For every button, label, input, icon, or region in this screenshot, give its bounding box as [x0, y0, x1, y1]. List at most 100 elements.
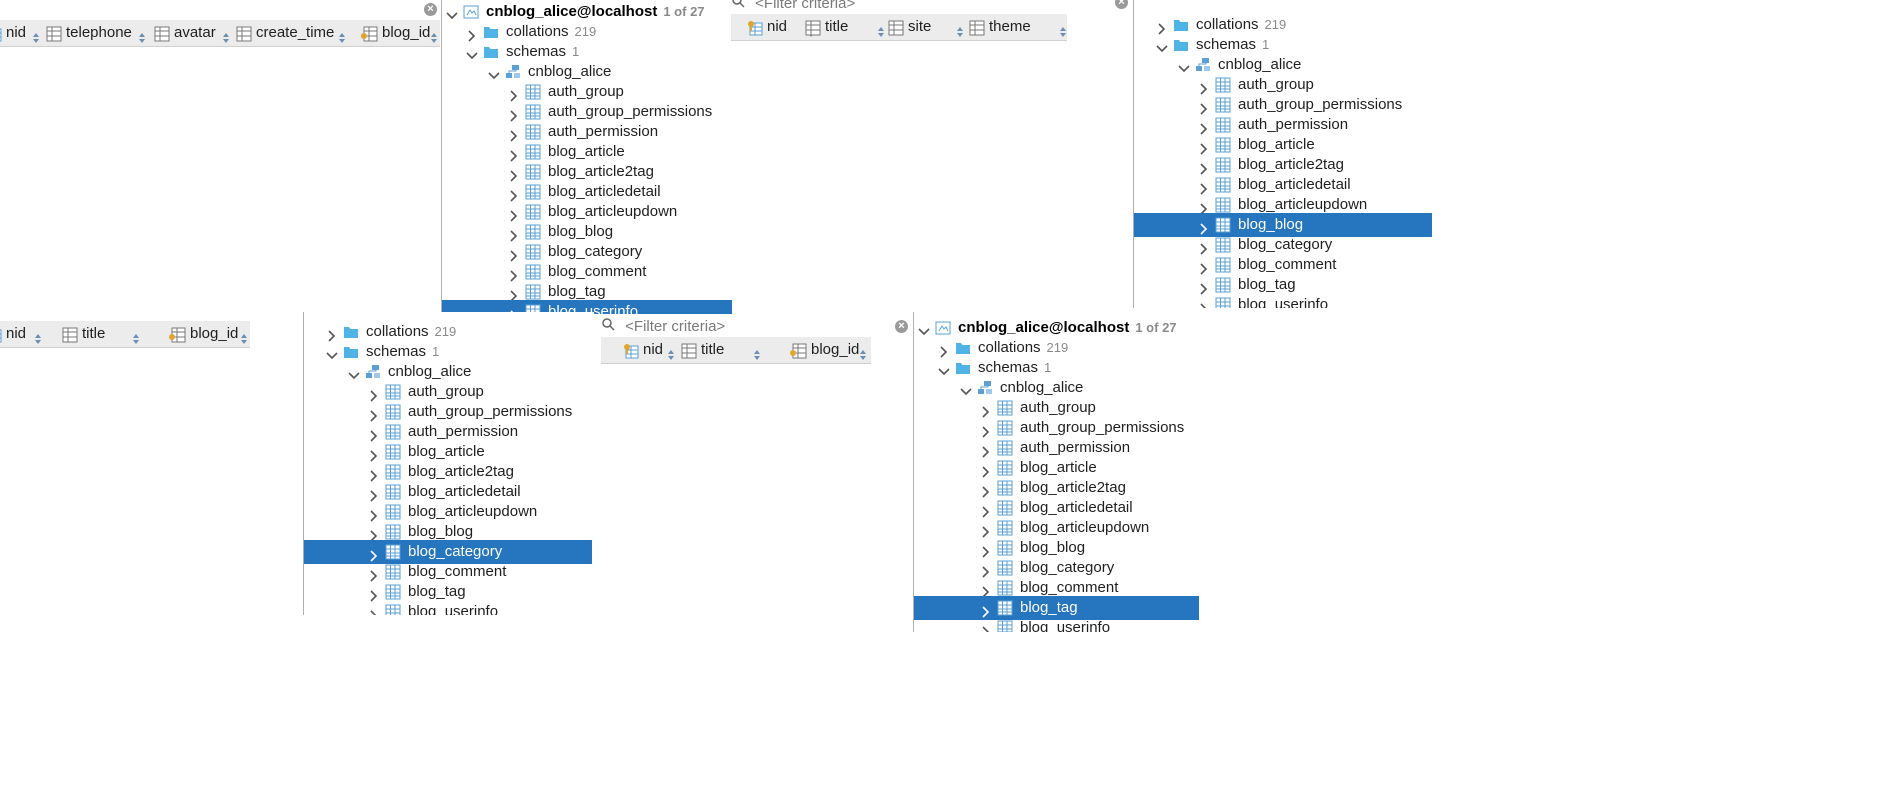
chevron-down-icon[interactable] — [960, 382, 972, 396]
chevron-down-icon[interactable] — [348, 366, 360, 380]
chevron-right-icon[interactable] — [1198, 279, 1210, 295]
db-tree-panel-3: collations 219 schemas 1 cnblog_alice auth_gr… — [303, 312, 594, 615]
chevron-right-icon[interactable] — [368, 466, 380, 482]
column-header-title[interactable]: title — [681, 337, 763, 363]
chevron-down-icon[interactable] — [466, 46, 478, 60]
close-icon[interactable]: × — [424, 3, 437, 16]
chevron-right-icon[interactable] — [1198, 139, 1210, 155]
chevron-right-icon[interactable] — [368, 406, 380, 422]
chevron-right-icon[interactable] — [980, 522, 992, 538]
sort-icon[interactable] — [138, 27, 146, 43]
chevron-right-icon[interactable] — [368, 526, 380, 542]
chevron-right-icon[interactable] — [368, 606, 380, 615]
sort-icon[interactable] — [1059, 21, 1067, 37]
column-header-blog-id[interactable]: blog_id — [360, 20, 440, 46]
chevron-right-icon[interactable] — [368, 586, 380, 602]
chevron-right-icon[interactable] — [1156, 19, 1168, 35]
chevron-right-icon[interactable] — [980, 442, 992, 458]
chevron-down-icon[interactable] — [1178, 59, 1190, 73]
chevron-right-icon[interactable] — [508, 226, 520, 242]
sort-icon[interactable] — [753, 344, 761, 360]
chevron-right-icon[interactable] — [980, 602, 992, 618]
chevron-right-icon[interactable] — [980, 462, 992, 478]
sort-icon[interactable] — [956, 21, 964, 37]
chevron-right-icon[interactable] — [508, 146, 520, 162]
sort-icon[interactable] — [132, 328, 140, 344]
chevron-right-icon[interactable] — [466, 26, 478, 42]
chevron-right-icon[interactable] — [1198, 299, 1210, 308]
column-header-site[interactable]: site — [888, 14, 966, 40]
chevron-right-icon[interactable] — [368, 446, 380, 462]
column-header-theme[interactable]: theme — [969, 14, 1069, 40]
tree-item-table[interactable]: blog_userinfo — [914, 616, 1199, 632]
chevron-right-icon[interactable] — [368, 426, 380, 442]
column-header-blog-id[interactable]: blog_id — [789, 337, 869, 363]
chevron-right-icon[interactable] — [508, 106, 520, 122]
chevron-right-icon[interactable] — [508, 266, 520, 282]
chevron-right-icon[interactable] — [508, 246, 520, 262]
columns-panel-blog: <Filter criteria> × nid title site theme — [731, 0, 1131, 60]
chevron-right-icon[interactable] — [980, 582, 992, 598]
sort-icon[interactable] — [240, 328, 248, 344]
chevron-right-icon[interactable] — [1198, 219, 1210, 235]
chevron-right-icon[interactable] — [980, 502, 992, 518]
chevron-right-icon[interactable] — [1198, 159, 1210, 175]
close-icon[interactable]: × — [1115, 0, 1128, 9]
chevron-right-icon[interactable] — [1198, 179, 1210, 195]
tree-item-table[interactable]: blog_userinfo — [304, 600, 592, 615]
close-icon[interactable]: × — [895, 320, 908, 333]
chevron-right-icon[interactable] — [980, 422, 992, 438]
filter-input[interactable]: <Filter criteria> — [601, 316, 891, 338]
chevron-down-icon[interactable] — [446, 6, 458, 20]
column-header-title[interactable]: title — [805, 14, 887, 40]
chevron-right-icon[interactable] — [980, 402, 992, 418]
tree-item-table[interactable]: blog_userinfo — [1134, 293, 1432, 308]
chevron-right-icon[interactable] — [980, 542, 992, 558]
chevron-right-icon[interactable] — [508, 206, 520, 222]
sort-icon[interactable] — [877, 21, 885, 37]
chevron-right-icon[interactable] — [508, 86, 520, 102]
sort-icon[interactable] — [859, 344, 867, 360]
sort-icon[interactable] — [667, 344, 675, 360]
sort-icon[interactable] — [32, 27, 40, 43]
column-header-telephone[interactable]: telephone — [46, 20, 148, 46]
column-header-nid[interactable]: nid — [0, 321, 44, 347]
chevron-right-icon[interactable] — [326, 326, 338, 342]
chevron-right-icon[interactable] — [368, 486, 380, 502]
chevron-right-icon[interactable] — [1198, 119, 1210, 135]
chevron-down-icon[interactable] — [488, 66, 500, 80]
chevron-down-icon[interactable] — [1156, 39, 1168, 53]
chevron-right-icon[interactable] — [368, 546, 380, 562]
column-header-nid[interactable]: nid — [0, 20, 42, 46]
db-icon — [463, 4, 479, 20]
chevron-down-icon[interactable] — [918, 322, 930, 336]
chevron-right-icon[interactable] — [1198, 79, 1210, 95]
chevron-right-icon[interactable] — [980, 482, 992, 498]
column-header-nid[interactable]: nid — [623, 337, 677, 363]
sort-icon[interactable] — [34, 328, 42, 344]
chevron-down-icon[interactable] — [326, 346, 338, 360]
column-header-title[interactable]: title — [62, 321, 142, 347]
chevron-right-icon[interactable] — [368, 566, 380, 582]
chevron-right-icon[interactable] — [938, 342, 950, 358]
sort-icon[interactable] — [338, 27, 346, 43]
chevron-right-icon[interactable] — [508, 186, 520, 202]
chevron-right-icon[interactable] — [980, 622, 992, 632]
chevron-right-icon[interactable] — [1198, 259, 1210, 275]
column-header-blog-id[interactable]: blog_id — [168, 321, 250, 347]
filter-input[interactable]: <Filter criteria> — [731, 0, 1121, 15]
column-header-avatar[interactable]: avatar — [154, 20, 232, 46]
chevron-right-icon[interactable] — [508, 166, 520, 182]
chevron-down-icon[interactable] — [938, 362, 950, 376]
chevron-right-icon[interactable] — [1198, 199, 1210, 215]
chevron-right-icon[interactable] — [368, 386, 380, 402]
chevron-right-icon[interactable] — [980, 562, 992, 578]
chevron-right-icon[interactable] — [508, 126, 520, 142]
chevron-right-icon[interactable] — [508, 286, 520, 302]
chevron-right-icon[interactable] — [368, 506, 380, 522]
sort-icon[interactable] — [430, 27, 438, 43]
column-header-create-time[interactable]: create_time — [236, 20, 348, 46]
sort-icon[interactable] — [222, 27, 230, 43]
chevron-right-icon[interactable] — [1198, 239, 1210, 255]
chevron-right-icon[interactable] — [1198, 99, 1210, 115]
